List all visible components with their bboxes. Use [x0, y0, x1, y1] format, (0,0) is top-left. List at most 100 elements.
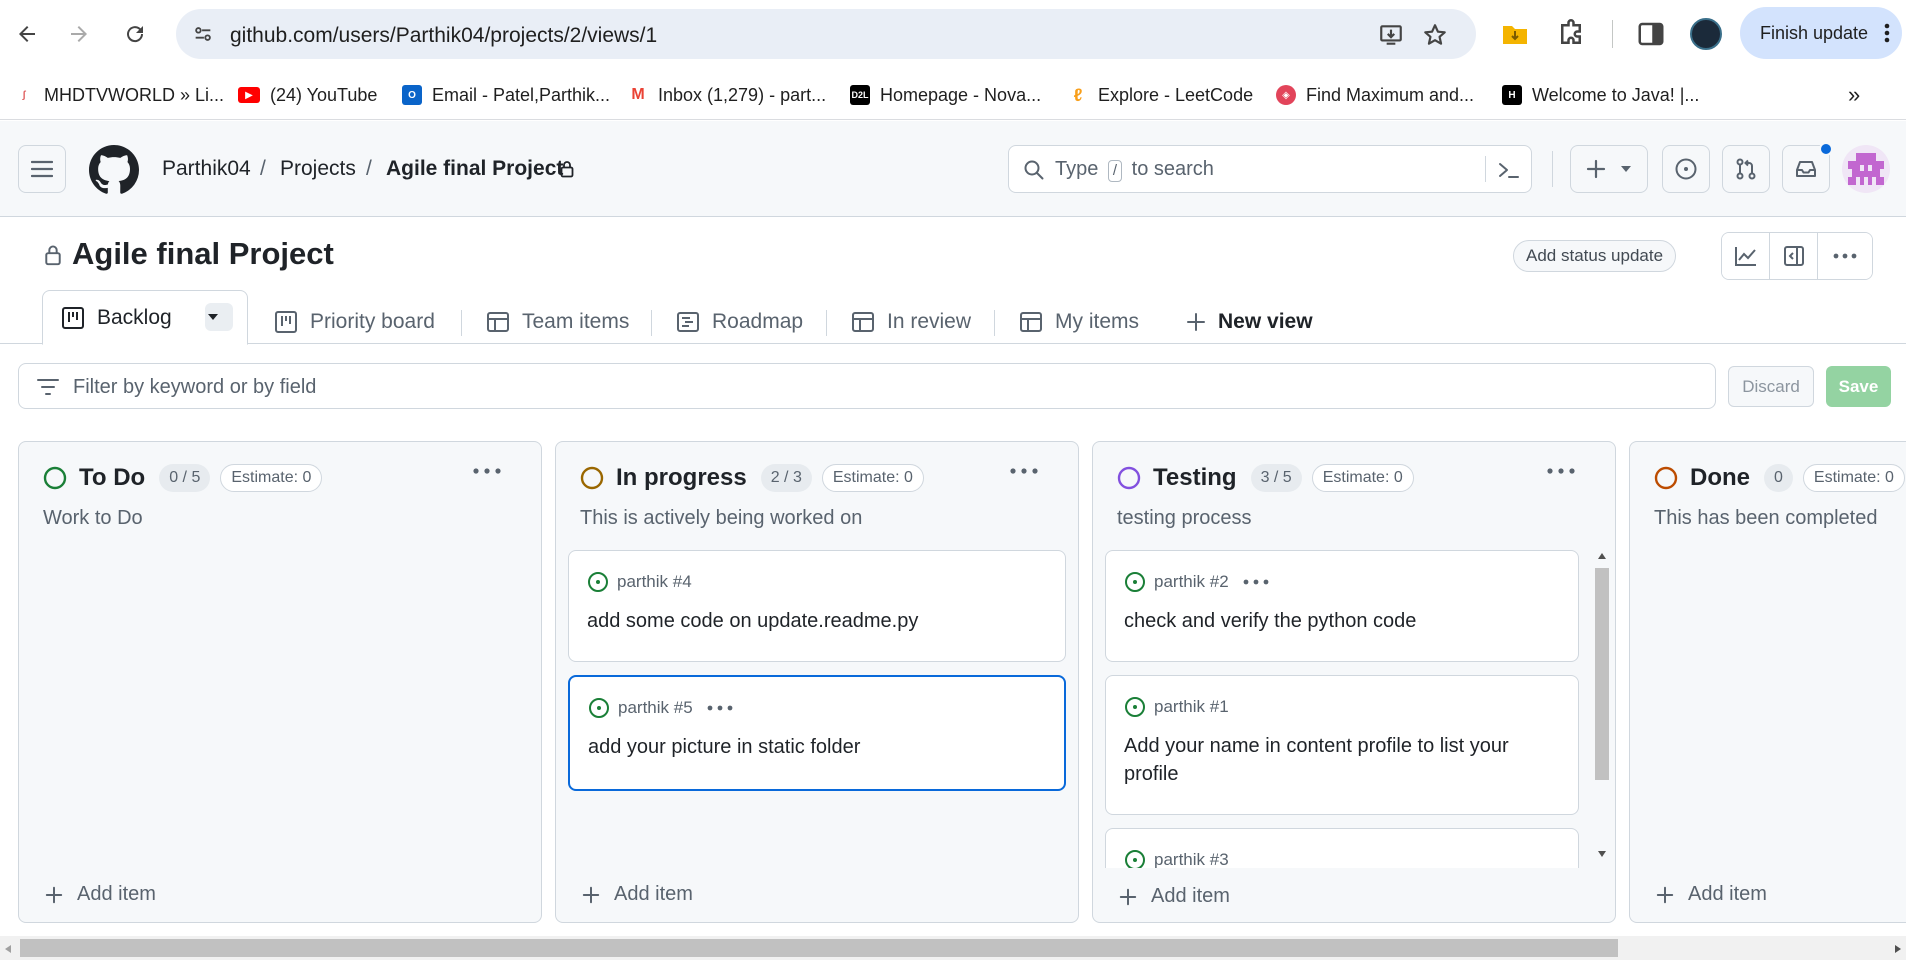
downloads-folder-icon[interactable]: [1500, 19, 1530, 49]
card-title[interactable]: check and verify the python code: [1124, 607, 1560, 635]
outlook-icon: O: [402, 85, 422, 105]
tab-team-items[interactable]: Team items: [486, 300, 629, 344]
tab-priority-board[interactable]: Priority board: [274, 300, 435, 344]
more-bookmarks-chevron-icon[interactable]: »: [1848, 78, 1860, 112]
forward-button[interactable]: [62, 17, 96, 51]
search-icon: [1024, 160, 1044, 180]
filter-input[interactable]: Filter by keyword or by field: [18, 363, 1716, 409]
item-card[interactable]: parthik #1 Add your name in content prof…: [1105, 675, 1579, 815]
tab-separator: [994, 310, 995, 336]
bookmark-item[interactable]: M Inbox (1,279) - part...: [628, 78, 826, 112]
install-app-icon[interactable]: [1378, 22, 1404, 48]
item-card[interactable]: parthik #2 check and verify the python c…: [1105, 550, 1579, 662]
insights-button[interactable]: [1722, 233, 1770, 279]
issue-opened-icon: [1675, 158, 1697, 180]
testing-column-scrollbar[interactable]: [1590, 548, 1614, 866]
address-bar[interactable]: github.com/users/Parthik04/projects/2/vi…: [176, 9, 1476, 59]
tab-options-dropdown[interactable]: [205, 303, 233, 331]
inbox-button[interactable]: [1782, 142, 1833, 193]
sidebar-expand-icon: [1783, 246, 1804, 266]
bookmark-item[interactable]: D2L Homepage - Nova...: [850, 78, 1041, 112]
card-menu-icon[interactable]: [707, 705, 733, 711]
pull-requests-button[interactable]: [1722, 145, 1770, 193]
browser-toolbar: github.com/users/Parthik04/projects/2/vi…: [0, 0, 1906, 70]
card-title[interactable]: Add your name in content profile to list…: [1124, 732, 1560, 788]
search-suffix: to search: [1131, 158, 1214, 180]
card-repo-number: parthik #4: [617, 572, 692, 591]
profile-avatar[interactable]: [1690, 18, 1722, 50]
add-item-button[interactable]: Add item: [582, 883, 693, 906]
inbox-icon: [1796, 161, 1816, 177]
issue-opened-icon: [1125, 697, 1145, 717]
column-menu-icon[interactable]: [473, 468, 501, 474]
extensions-icon[interactable]: [1556, 19, 1586, 49]
column-header: In progress 2 / 3 Estimate: 0: [580, 464, 924, 492]
bookmark-item[interactable]: H Welcome to Java! |...: [1502, 78, 1699, 112]
search-prefix: Type: [1055, 158, 1099, 180]
estimate-badge: Estimate: 0: [220, 464, 323, 492]
lock-icon: [560, 161, 574, 178]
discard-button[interactable]: Discard: [1728, 366, 1814, 407]
item-card-selected[interactable]: parthik #5 add your picture in static fo…: [568, 675, 1066, 791]
issues-button[interactable]: [1662, 145, 1710, 193]
project-menu-button[interactable]: [1818, 233, 1872, 279]
bookmark-label: Explore - LeetCode: [1098, 84, 1254, 105]
tab-label: Priority board: [310, 310, 435, 333]
finish-update-button[interactable]: Finish update: [1740, 7, 1902, 59]
table-icon: [852, 312, 874, 332]
card-menu-icon[interactable]: [1243, 579, 1269, 585]
tab-in-review[interactable]: In review: [851, 300, 971, 344]
item-card[interactable]: parthik #3: [1105, 828, 1579, 868]
column-menu-icon[interactable]: [1547, 468, 1575, 474]
tab-roadmap[interactable]: Roadmap: [676, 300, 803, 344]
leetcode-icon: ℓ: [1073, 84, 1083, 105]
add-item-button[interactable]: Add item: [1656, 883, 1767, 906]
horizontal-scrollbar[interactable]: [0, 936, 1906, 960]
bookmark-item[interactable]: ▶ (24) YouTube: [238, 78, 377, 112]
reload-button[interactable]: [118, 17, 152, 51]
breadcrumb-project[interactable]: Agile final Project: [386, 157, 563, 181]
project-toolbar: [1721, 232, 1873, 280]
tab-backlog[interactable]: Backlog: [42, 290, 248, 345]
side-panel-button[interactable]: [1770, 233, 1818, 279]
breadcrumb-owner[interactable]: Parthik04: [162, 157, 251, 181]
add-status-update-button[interactable]: Add status update: [1513, 240, 1677, 272]
save-button[interactable]: Save: [1826, 366, 1891, 407]
column-header: Testing 3 / 5 Estimate: 0: [1117, 464, 1414, 492]
youtube-icon: ▶: [238, 87, 260, 103]
back-button[interactable]: [10, 17, 44, 51]
add-item-button[interactable]: Add item: [1119, 885, 1230, 908]
bookmark-item[interactable]: ʃ MHDTVWORLD » Li...: [14, 78, 224, 112]
new-view-button[interactable]: New view: [1186, 300, 1313, 344]
bookmark-item[interactable]: O Email - Patel,Parthik...: [402, 78, 610, 112]
card-title[interactable]: add some code on update.readme.py: [587, 607, 1047, 635]
column-menu-icon[interactable]: [1010, 468, 1038, 474]
search-placeholder: Type / to search: [1055, 158, 1214, 182]
tab-label: My items: [1055, 310, 1139, 333]
search-shortcut-key: /: [1107, 160, 1123, 182]
search-input[interactable]: Type / to search: [1008, 145, 1532, 193]
issue-opened-icon: [1125, 572, 1145, 592]
card-title[interactable]: add your picture in static folder: [588, 733, 1046, 761]
card-meta: parthik #1: [1124, 696, 1229, 718]
finish-update-label: Finish update: [1760, 22, 1869, 43]
bookmark-item[interactable]: ◈ Find Maximum and...: [1276, 78, 1474, 112]
column-in-progress: In progress 2 / 3 Estimate: 0 This is ac…: [555, 441, 1079, 923]
github-logo-icon[interactable]: [89, 145, 139, 195]
item-card[interactable]: parthik #4 add some code on update.readm…: [568, 550, 1066, 662]
side-panel-icon[interactable]: [1636, 19, 1666, 49]
hamburger-button[interactable]: [18, 145, 66, 193]
create-new-button[interactable]: [1570, 145, 1648, 193]
scrollbar-thumb[interactable]: [20, 939, 1618, 957]
scrollbar-thumb[interactable]: [1595, 568, 1609, 780]
user-avatar[interactable]: [1842, 145, 1890, 193]
add-item-button[interactable]: Add item: [45, 883, 156, 906]
command-palette-icon[interactable]: [1497, 159, 1521, 181]
column-name: In progress: [616, 464, 747, 491]
tab-my-items[interactable]: My items: [1019, 300, 1139, 344]
board-icon: [62, 306, 84, 329]
item-count-badge: 0: [1764, 464, 1793, 492]
bookmark-item[interactable]: ℓ Explore - LeetCode: [1068, 78, 1254, 112]
breadcrumb-projects[interactable]: Projects: [280, 157, 356, 181]
star-icon[interactable]: [1422, 22, 1448, 48]
